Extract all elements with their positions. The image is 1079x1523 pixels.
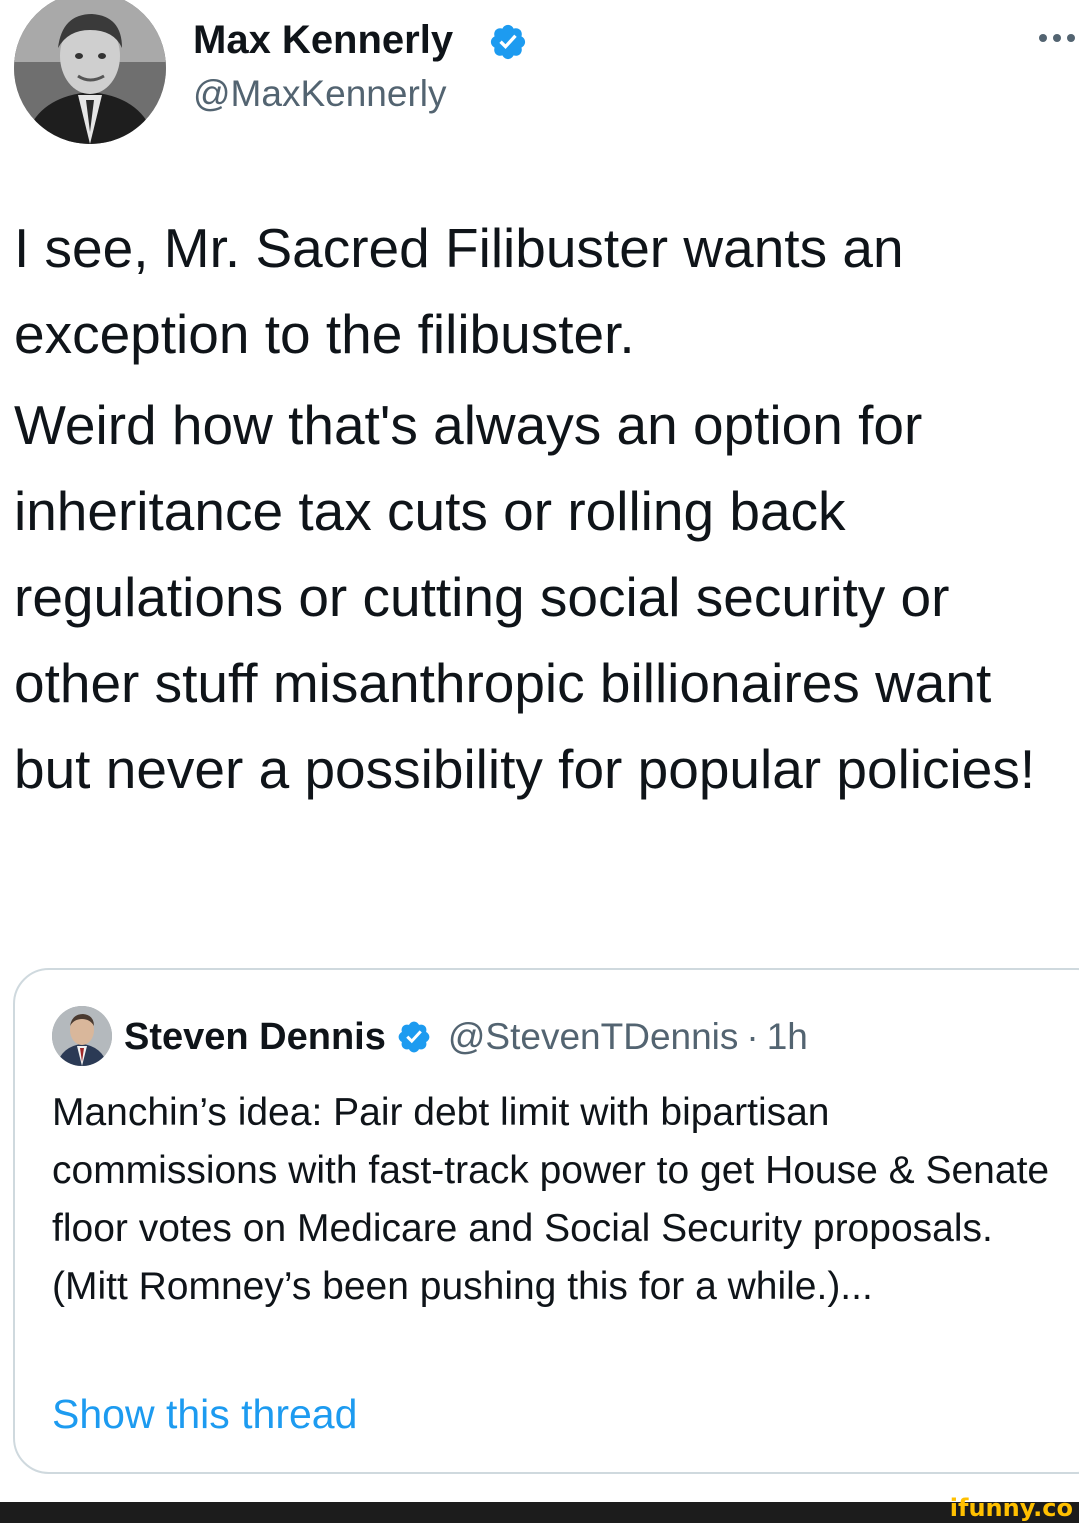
author-handle[interactable]: @MaxKennerly [193, 72, 447, 116]
show-thread-link[interactable]: Show this thread [52, 1386, 357, 1442]
verified-badge-icon [490, 24, 526, 60]
author-name[interactable]: Max Kennerly [193, 16, 453, 64]
author-avatar[interactable] [14, 0, 166, 144]
quote-text: Manchin’s idea: Pair debt limit with bip… [52, 1091, 1050, 1308]
tweet-text: I see, Mr. Sacred Filibuster wants an ex… [14, 205, 1079, 812]
watermark-logo: ifunny.co [949, 1494, 1073, 1522]
more-horizontal-icon[interactable] [1035, 30, 1079, 46]
tweet-paragraph: Weird how that's always an option for in… [14, 394, 1036, 800]
quote-author-avatar[interactable] [52, 1006, 112, 1066]
quote-header: Steven Dennis @StevenTDennis · 1h [124, 1012, 808, 1062]
verified-badge-icon [398, 1021, 430, 1053]
quote-author-name[interactable]: Steven Dennis [124, 1016, 386, 1059]
quote-author-handle[interactable]: @StevenTDennis [448, 1016, 739, 1058]
quote-timestamp[interactable]: 1h [767, 1016, 808, 1058]
separator-dot: · [746, 1016, 759, 1057]
tweet-paragraph: I see, Mr. Sacred Filibuster wants an ex… [14, 217, 904, 365]
footer-bar: ifunny.co [0, 1494, 1079, 1523]
